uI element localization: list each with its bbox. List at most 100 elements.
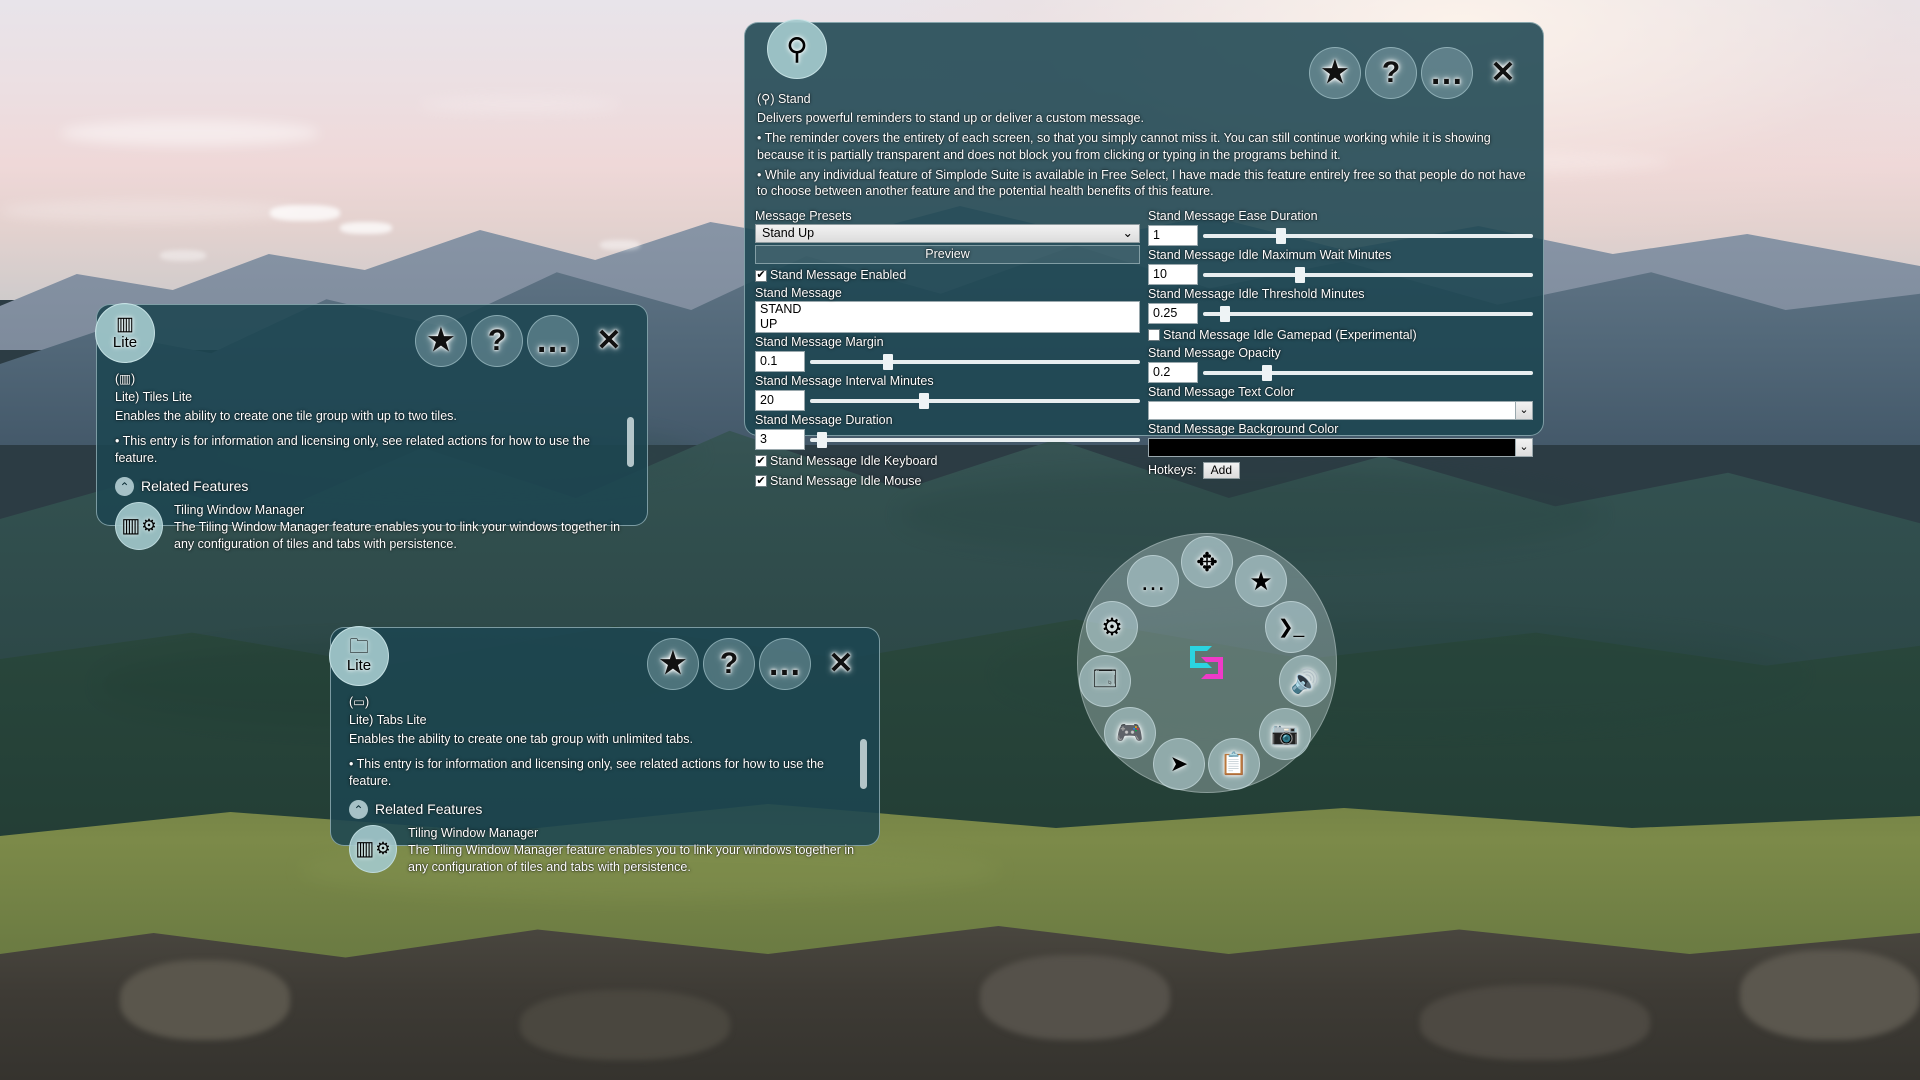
terminal-icon[interactable]: ❯_	[1265, 601, 1317, 653]
stand-message-line-1: STAND	[760, 302, 802, 317]
tiles-lite-panel[interactable]: ▥ Lite ★ ? … ✕ (▥) Lite) Tiles Lite Enab…	[95, 303, 648, 551]
grid-icon[interactable]: ✥	[1181, 536, 1233, 588]
idle-max-wait-slider[interactable]	[1203, 265, 1533, 284]
slider-thumb[interactable]	[816, 431, 827, 448]
text-color-picker[interactable]: ⌄	[1148, 400, 1533, 420]
opacity-row[interactable]: 0.2	[1148, 361, 1533, 383]
help-button[interactable]: ?	[471, 315, 523, 367]
stand-idle-keyboard-label: Stand Message Idle Keyboard	[770, 453, 938, 468]
more-button[interactable]: …	[1421, 47, 1473, 99]
stand-message-enabled-checkbox[interactable]: ✔	[755, 269, 767, 282]
hotkeys-add-button[interactable]: Add	[1202, 461, 1240, 479]
tabs-note: • This entry is for information and lice…	[349, 756, 824, 788]
chevron-down-icon[interactable]: ⌄	[1515, 401, 1532, 419]
ease-duration-slider[interactable]	[1203, 226, 1533, 245]
idle-threshold-input[interactable]: 0.25	[1148, 303, 1198, 324]
stand-message-duration-slider[interactable]	[810, 430, 1140, 449]
related-feature-name: Tiling Window Manager	[174, 503, 305, 518]
tabs-related-header[interactable]: ⌃ Related Features	[349, 800, 859, 820]
send-icon[interactable]: ➤	[1153, 738, 1205, 790]
stand-message-line-2: UP	[760, 317, 778, 332]
gamepad-icon[interactable]: 🎮	[1104, 707, 1156, 759]
star-icon[interactable]: ★	[1235, 555, 1287, 607]
camera-icon[interactable]: 📷	[1259, 708, 1311, 760]
stand-message-interval-slider[interactable]	[810, 391, 1140, 410]
stand-idle-keyboard-checkbox[interactable]: ✔	[755, 455, 767, 468]
stand-message-margin-label: Stand Message Margin	[755, 335, 884, 350]
idle-gamepad-row[interactable]: Stand Message Idle Gamepad (Experimental…	[1148, 327, 1533, 344]
hotkeys-row: Hotkeys: Add	[1148, 461, 1533, 479]
stand-message-textarea[interactable]: STAND UP	[755, 301, 1140, 334]
volume-icon[interactable]: 🔊	[1279, 655, 1331, 707]
stand-message-enabled-row[interactable]: ✔ Stand Message Enabled	[755, 267, 1140, 284]
stand-person-icon: ⚲	[786, 32, 808, 66]
idle-max-wait-row[interactable]: 10	[1148, 264, 1533, 285]
more-button[interactable]: …	[759, 638, 811, 690]
text-color-label: Stand Message Text Color	[1148, 384, 1295, 399]
background-color-picker[interactable]: ⌄	[1148, 437, 1533, 457]
tabs-scrollbar[interactable]	[860, 739, 867, 789]
opacity-slider[interactable]	[1203, 363, 1533, 382]
stand-idle-keyboard-row[interactable]: ✔ Stand Message Idle Keyboard	[755, 453, 1140, 470]
favorite-button[interactable]: ★	[647, 638, 699, 690]
tiles-app-badge[interactable]: ▥ Lite	[95, 303, 155, 363]
slider-thumb[interactable]	[1295, 267, 1306, 284]
idle-threshold-row[interactable]: 0.25	[1148, 303, 1533, 324]
slider-thumb[interactable]	[1262, 364, 1273, 381]
stand-message-interval-input[interactable]: 20	[755, 390, 805, 411]
chevron-down-icon: ⌄	[1122, 226, 1133, 241]
window-icon[interactable]: 🗔	[1079, 655, 1131, 707]
cloud	[420, 96, 620, 114]
favorite-button[interactable]: ★	[1309, 47, 1361, 99]
message-presets-select[interactable]: Stand Up ⌄	[755, 224, 1140, 244]
tiling-window-manager-icon: ▥ ⚙	[115, 502, 163, 551]
cloud	[60, 120, 320, 146]
stand-message-interval-row[interactable]: 20	[755, 390, 1140, 411]
favorite-button[interactable]: ★	[415, 315, 467, 367]
stand-idle-mouse-checkbox[interactable]: ✔	[755, 475, 767, 488]
ease-duration-input[interactable]: 1	[1148, 225, 1198, 247]
ease-duration-label: Stand Message Ease Duration	[1148, 209, 1318, 224]
idle-threshold-slider[interactable]	[1203, 304, 1533, 323]
chevron-down-icon[interactable]: ⌄	[1515, 438, 1532, 456]
close-button[interactable]: ✕	[1477, 47, 1529, 99]
preview-button[interactable]: Preview	[755, 245, 1140, 265]
radial-menu[interactable]: ✥ ★ ❯_ 🔊 📷 📋 ➤ 🎮 🗔 ⚙ …	[1077, 533, 1337, 793]
help-button[interactable]: ?	[703, 638, 755, 690]
stand-message-duration-input[interactable]: 3	[755, 428, 805, 450]
simplode-logo-icon[interactable]	[1180, 636, 1234, 690]
close-button[interactable]: ✕	[815, 638, 867, 690]
opacity-input[interactable]: 0.2	[1148, 361, 1198, 383]
idle-max-wait-input[interactable]: 10	[1148, 264, 1198, 285]
stand-message-margin-input[interactable]: 0.1	[755, 351, 805, 372]
slider-thumb[interactable]	[882, 354, 893, 371]
cloud	[0, 200, 300, 222]
gears-icon[interactable]: ⚙	[1086, 601, 1138, 653]
ease-duration-row[interactable]: 1	[1148, 225, 1533, 247]
rock	[980, 955, 1170, 1040]
slider-thumb[interactable]	[1275, 228, 1286, 245]
tabs-lite-panel[interactable]: 🗀 Lite ★ ? … ✕ (▭) Lite) Tabs Lite Enabl…	[329, 626, 880, 874]
slider-thumb[interactable]	[1219, 305, 1230, 322]
stand-idle-mouse-row[interactable]: ✔ Stand Message Idle Mouse	[755, 473, 1140, 490]
help-button[interactable]: ?	[1365, 47, 1417, 99]
related-feature-item[interactable]: ▥ ⚙ Tiling Window Manager The Tiling Wind…	[349, 825, 859, 876]
tiles-related-header[interactable]: ⌃ Related Features	[115, 477, 627, 497]
slider-thumb[interactable]	[918, 392, 929, 409]
tabs-header: (▭)	[349, 695, 370, 709]
idle-threshold-label: Stand Message Idle Threshold Minutes	[1148, 287, 1365, 301]
more-button[interactable]: …	[527, 315, 579, 367]
hotkeys-label: Hotkeys:	[1148, 462, 1197, 477]
related-feature-item[interactable]: ▥ ⚙ Tiling Window Manager The Tiling Wind…	[115, 502, 627, 553]
close-button[interactable]: ✕	[583, 315, 635, 367]
stand-message-margin-slider[interactable]	[810, 352, 1140, 371]
stand-settings-panel[interactable]: ⚲ ★ ? … ✕ (⚲) Stand Delivers powerful re…	[744, 19, 1544, 488]
stand-message-margin-row[interactable]: 0.1	[755, 351, 1140, 372]
idle-gamepad-checkbox[interactable]	[1148, 329, 1160, 342]
tiles-scrollbar[interactable]	[627, 417, 634, 467]
stand-app-badge[interactable]: ⚲	[767, 19, 827, 79]
stand-message-duration-row[interactable]: 3	[755, 428, 1140, 450]
ellipsis-icon[interactable]: …	[1127, 555, 1179, 607]
tabs-app-badge[interactable]: 🗀 Lite	[329, 626, 389, 686]
clipboard-icon[interactable]: 📋	[1208, 738, 1260, 790]
